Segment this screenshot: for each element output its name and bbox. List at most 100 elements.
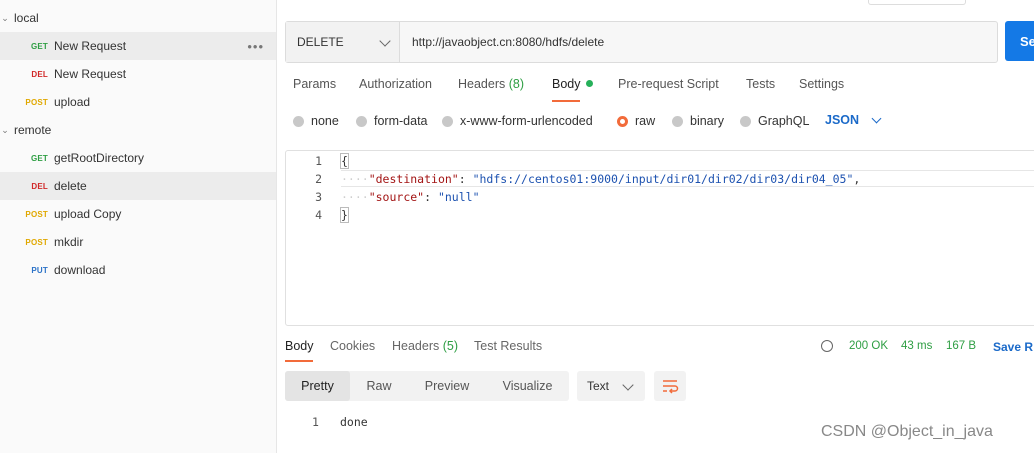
response-tab-headers[interactable]: Headers (5) — [392, 339, 458, 353]
json-key: "destination" — [368, 172, 459, 186]
line-number: 1 — [312, 415, 319, 429]
folder-remote[interactable]: ⌄ remote — [0, 116, 276, 144]
send-button[interactable]: Se — [1005, 21, 1034, 61]
request-label: download — [54, 263, 106, 277]
code-line: ····"source": "null" — [341, 190, 480, 204]
wrap-lines-button[interactable] — [654, 371, 686, 401]
method-badge: GET — [30, 153, 48, 163]
status-code[interactable]: 200 OK — [849, 340, 888, 352]
radio-urlencoded[interactable]: x-www-form-urlencoded — [442, 113, 593, 129]
save-response-button[interactable]: Save R — [993, 340, 1033, 354]
sidebar-item-upload-copy[interactable]: POST upload Copy — [0, 200, 276, 228]
tab-label: Headers — [458, 77, 506, 91]
code-open-brace: { — [340, 153, 349, 169]
watermark: CSDN @Object_in_java — [821, 423, 993, 440]
sidebar-item-mkdir[interactable]: POST mkdir — [0, 228, 276, 256]
radio-raw[interactable]: raw — [617, 113, 655, 129]
radio-label: form-data — [374, 114, 428, 128]
sidebar-item-download[interactable]: PUT download — [0, 256, 276, 284]
folder-label: local — [14, 11, 39, 25]
method-badge: DEL — [31, 69, 48, 79]
active-tab-indicator — [285, 360, 313, 362]
folder-label: remote — [14, 123, 52, 137]
sidebar-item-new-request-get[interactable]: GET New Request ••• — [0, 32, 276, 60]
collection-sidebar: ⌄ local GET New Request ••• DEL New Requ… — [0, 0, 277, 453]
radio-circle-selected — [617, 115, 628, 127]
wrap-lines-icon — [663, 380, 679, 394]
radio-label: GraphQL — [758, 114, 810, 128]
folder-local[interactable]: ⌄ local — [0, 4, 276, 32]
request-label: mkdir — [54, 235, 84, 249]
tab-authorization[interactable]: Authorization — [359, 77, 432, 91]
sidebar-item-upload[interactable]: POST upload — [0, 88, 276, 116]
method-badge: GET — [30, 41, 48, 51]
method-badge: DEL — [31, 181, 48, 191]
response-tab-body[interactable]: Body — [285, 339, 314, 353]
active-tab-indicator — [552, 100, 580, 102]
format-select[interactable]: JSON — [825, 113, 859, 127]
method-select[interactable]: DELETE — [286, 22, 400, 62]
radio-circle — [442, 115, 453, 127]
response-body-text: done — [340, 415, 368, 429]
radio-label: none — [311, 114, 339, 128]
line-number: 4 — [315, 208, 322, 222]
tab-label: Headers — [392, 339, 440, 353]
more-options-icon[interactable]: ••• — [247, 39, 264, 54]
radio-label: raw — [635, 114, 656, 128]
headers-count: (5) — [442, 339, 459, 353]
sidebar-item-new-request-del[interactable]: DEL New Request — [0, 60, 276, 88]
tab-tests[interactable]: Tests — [746, 77, 775, 91]
chevron-down-icon[interactable]: ⌄ — [0, 13, 10, 23]
view-preview[interactable]: Preview — [408, 371, 486, 401]
chevron-down-icon — [379, 35, 391, 47]
code-close-brace: } — [340, 207, 349, 223]
response-tab-cookies[interactable]: Cookies — [330, 339, 375, 353]
toolbar-button-group — [868, 0, 966, 5]
request-label: delete — [54, 179, 87, 193]
view-visualize[interactable]: Visualize — [486, 371, 569, 401]
chevron-down-icon[interactable] — [871, 113, 882, 124]
radio-form-data[interactable]: form-data — [356, 113, 428, 129]
view-pretty[interactable]: Pretty — [285, 371, 350, 401]
view-raw[interactable]: Raw — [350, 371, 408, 401]
method-badge: PUT — [31, 265, 48, 275]
sidebar-item-delete[interactable]: DEL delete — [0, 172, 276, 200]
radio-binary[interactable]: binary — [672, 113, 724, 129]
line-number: 1 — [315, 154, 322, 168]
tab-headers[interactable]: Headers (8) — [458, 77, 524, 91]
tab-body[interactable]: Body — [552, 77, 593, 91]
radio-circle — [356, 115, 367, 127]
sidebar-item-get-root-directory[interactable]: GET getRootDirectory — [0, 144, 276, 172]
response-format-select[interactable]: Text — [577, 371, 645, 401]
request-label: upload Copy — [54, 207, 122, 221]
request-label: upload — [54, 95, 91, 109]
request-body-editor[interactable]: 1 2 3 4 { ····"destination": "hdfs://cen… — [285, 150, 1034, 326]
radio-graphql[interactable]: GraphQL — [740, 113, 809, 129]
globe-icon[interactable] — [821, 340, 833, 352]
tab-label: Body — [552, 77, 581, 91]
request-label: New Request — [54, 39, 127, 53]
request-label: New Request — [54, 67, 127, 81]
method-badge: POST — [25, 97, 48, 107]
tab-settings[interactable]: Settings — [799, 77, 844, 91]
method-badge: POST — [25, 237, 48, 247]
response-view-mode-group: Pretty Raw Preview Visualize — [285, 371, 569, 401]
line-number: 2 — [315, 172, 322, 186]
url-input[interactable]: http://javaobject.cn:8080/hdfs/delete — [400, 22, 997, 62]
tab-params[interactable]: Params — [293, 77, 336, 91]
response-tab-test-results[interactable]: Test Results — [474, 339, 542, 353]
radio-circle — [672, 115, 683, 127]
radio-none[interactable]: none — [293, 113, 339, 129]
chevron-down-icon[interactable]: ⌄ — [0, 125, 10, 135]
json-value: "null" — [437, 190, 480, 204]
line-number: 3 — [315, 190, 322, 204]
json-key: "source" — [368, 190, 425, 204]
response-format-value: Text — [587, 379, 610, 393]
tab-prerequest-script[interactable]: Pre-request Script — [618, 77, 719, 91]
response-size[interactable]: 167 B — [946, 340, 976, 352]
request-url-bar: DELETE http://javaobject.cn:8080/hdfs/de… — [285, 21, 998, 63]
chevron-down-icon — [622, 379, 634, 391]
headers-count: (8) — [508, 77, 525, 91]
radio-label: binary — [690, 114, 725, 128]
response-time[interactable]: 43 ms — [901, 340, 932, 352]
